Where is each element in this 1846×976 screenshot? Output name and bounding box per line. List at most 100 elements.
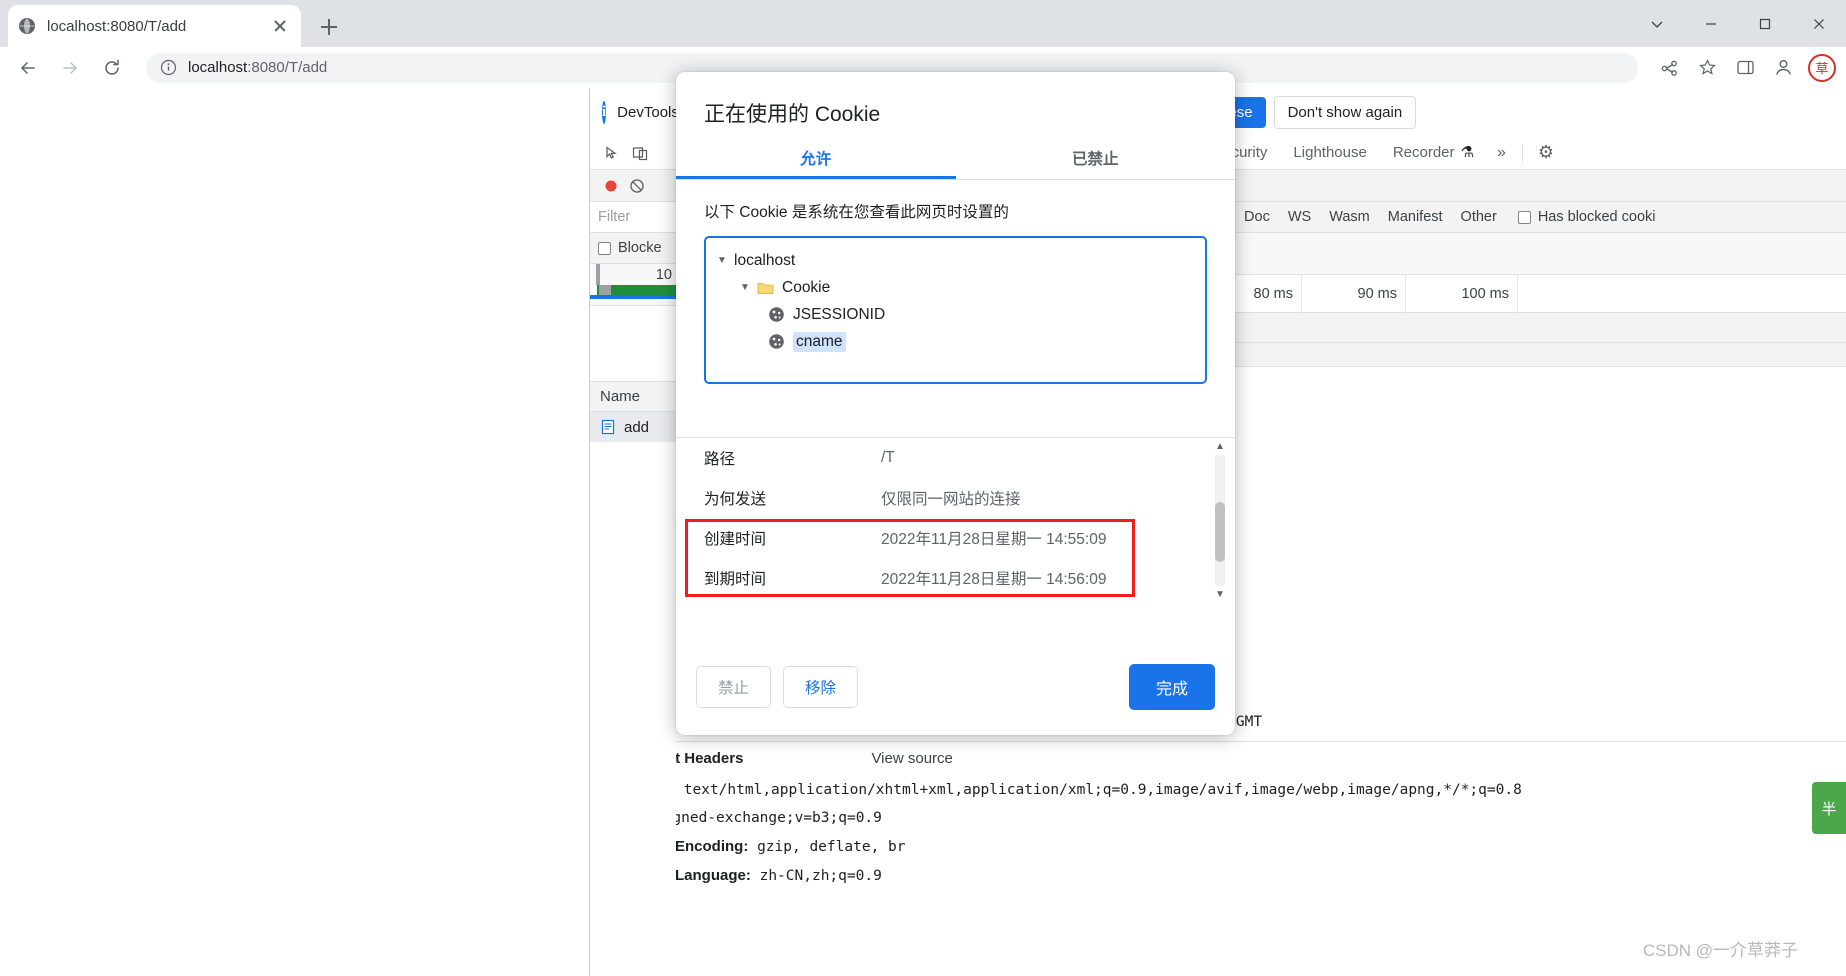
detail-value: 仅限同一网站的连接 [881, 491, 1021, 508]
toolbar-actions: 草 [1648, 51, 1836, 85]
url-path: :8080/T/add [247, 59, 328, 76]
close-icon[interactable] [269, 15, 291, 37]
side-widget-button[interactable]: 半 [1812, 782, 1846, 834]
inspect-icon[interactable] [598, 139, 626, 167]
tree-label: Cookie [782, 278, 831, 296]
back-arrow-icon[interactable] [10, 50, 46, 86]
chevron-down-icon[interactable]: ▼ [740, 282, 753, 293]
request-name: add [624, 418, 650, 436]
tab-strip: localhost:8080/T/add [0, 0, 1846, 47]
tick-90ms: 90 ms [1302, 275, 1406, 313]
cookie-detail-list: 路径 /T 为何发送 仅限同一网站的连接 创建时间 2022年11月28日星期一… [676, 437, 1235, 602]
header-accept-encoding: Accept-Encoding: gzip, deflate, br [590, 832, 1846, 861]
more-tabs-icon[interactable]: » [1487, 144, 1516, 162]
tab-blocked[interactable]: 已禁止 [956, 142, 1236, 179]
header-accept: Accept: text/html,application/xhtml+xml,… [590, 775, 1846, 804]
tree-node-cookie-folder[interactable]: ▼ Cookie [706, 274, 1205, 301]
detail-value: 2022年11月28日星期一 14:56:09 [881, 571, 1107, 588]
done-button[interactable]: 完成 [1128, 664, 1215, 710]
filter-input-row[interactable]: Filter [590, 202, 676, 233]
tree-node-localhost[interactable]: ▼ localhost [706, 247, 1205, 274]
blocked-checkbox-row[interactable]: Blocke [590, 233, 676, 264]
detail-row-created: 创建时间 2022年11月28日星期一 14:55:09 [676, 518, 1235, 558]
tick-100ms: 100 ms [1406, 275, 1518, 313]
window-controls [1630, 0, 1846, 47]
avatar-initial: 草 [1815, 61, 1829, 76]
detail-row-expires: 到期时间 2022年11月28日星期一 14:56:09 [676, 558, 1235, 598]
scroll-down-icon[interactable]: ▼ [1211, 586, 1229, 602]
dont-show-again-button[interactable]: Don't show again [1273, 95, 1417, 129]
new-tab-button[interactable] [314, 12, 344, 42]
record-icon[interactable] [598, 173, 624, 199]
watermark: CSDN @一介草莽子 [1642, 941, 1798, 960]
remove-button[interactable]: 移除 [783, 666, 859, 708]
network-request-list-pane: i DevTools Filter Blocke 10 Name add [589, 88, 676, 976]
active-tab-underline [676, 176, 956, 179]
minimize-button[interactable] [1684, 0, 1738, 47]
table-row[interactable]: add [590, 412, 676, 442]
devtools-main-toolbar [590, 136, 676, 170]
info-circle-icon[interactable] [160, 59, 177, 76]
tab-lighthouse[interactable]: Lighthouse [1280, 136, 1379, 169]
overview-selection-bar [590, 295, 676, 299]
tree-node-jsessionid[interactable]: JSESSIONID [706, 301, 1205, 328]
dialog-footer: 禁止 移除 完成 [676, 639, 1235, 735]
document-icon [600, 419, 616, 435]
tab-allowed[interactable]: 允许 [676, 142, 956, 179]
folder-icon [757, 281, 774, 295]
filter-wasm[interactable]: Wasm [1320, 209, 1379, 225]
gear-icon[interactable]: ⚙ [1529, 142, 1563, 163]
filter-doc[interactable]: Doc [1235, 209, 1279, 225]
clear-icon[interactable] [624, 173, 650, 199]
header-accept-wrap: ion/signed-exchange;v=b3;q=0.9 [590, 804, 1846, 832]
forward-arrow-icon[interactable] [52, 50, 88, 86]
reload-icon[interactable] [94, 50, 130, 86]
star-icon[interactable] [1690, 51, 1724, 85]
filter-manifest[interactable]: Manifest [1379, 209, 1452, 225]
cookies-in-use-dialog: 正在使用的 Cookie 允许 已禁止 以下 Cookie 是系统在您查看此网页… [676, 72, 1235, 735]
chevron-down-icon[interactable] [1630, 0, 1684, 47]
maximize-button[interactable] [1738, 0, 1792, 47]
has-blocked-cookies-checkbox[interactable]: Has blocked cooki [1517, 209, 1656, 225]
detail-value: 2022年11月28日星期一 14:55:09 [881, 531, 1107, 548]
url-host: localhost [188, 59, 248, 76]
dialog-title: 正在使用的 Cookie [704, 103, 881, 126]
scroll-up-icon[interactable]: ▲ [1211, 438, 1229, 455]
globe-icon [18, 17, 36, 35]
checkbox-box [598, 241, 611, 255]
side-panel-icon[interactable] [1728, 51, 1762, 85]
has-blocked-cookies-label: Has blocked cooki [1537, 209, 1656, 225]
overview-value: 10 [655, 267, 672, 283]
profile-icon[interactable] [1766, 51, 1800, 85]
dialog-tab-bar: 允许 已禁止 [676, 142, 1235, 180]
filter-ws[interactable]: WS [1279, 209, 1320, 225]
detail-key: 路径 [704, 451, 736, 468]
chevron-down-icon[interactable]: ▼ [717, 255, 730, 266]
tab-title: localhost:8080/T/add [47, 17, 187, 35]
network-record-toolbar [590, 170, 676, 202]
request-headers-section[interactable]: ▼ Request Headers View source [590, 741, 1846, 775]
share-icon[interactable] [1652, 51, 1686, 85]
overview-gap [590, 285, 597, 295]
filter-other[interactable]: Other [1452, 209, 1506, 225]
detail-scrollbar[interactable]: ▲ ▼ [1211, 438, 1229, 602]
detail-key: 创建时间 [704, 531, 767, 548]
block-button[interactable]: 禁止 [696, 666, 772, 708]
tree-label: JSESSIONID [793, 305, 886, 323]
close-window-button[interactable] [1792, 0, 1846, 47]
dialog-description: 以下 Cookie 是系统在您查看此网页时设置的 [704, 204, 1009, 221]
device-toolbar-icon[interactable] [626, 139, 654, 167]
tab-recorder[interactable]: Recorder [1380, 136, 1487, 169]
scrollbar-thumb[interactable] [1215, 502, 1225, 562]
search-input[interactable]: Filter [598, 209, 630, 225]
request-table-header: Name [590, 382, 676, 412]
column-header-name: Name [600, 388, 641, 405]
header-accept-language: Accept-Language: zh-CN,zh;q=0.9 [590, 861, 1846, 890]
tree-node-cname[interactable]: cname [706, 328, 1205, 355]
avatar[interactable]: 草 [1808, 53, 1836, 82]
address-bar-text: localhost:8080/T/add [188, 59, 327, 76]
view-source-link-request[interactable]: View source [871, 750, 952, 767]
browser-tab[interactable]: localhost:8080/T/add [8, 5, 301, 47]
overview-strip-left[interactable]: 10 [590, 264, 676, 306]
cookie-tree[interactable]: ▼ localhost ▼ Cookie JSESSIONID cname [704, 236, 1207, 384]
